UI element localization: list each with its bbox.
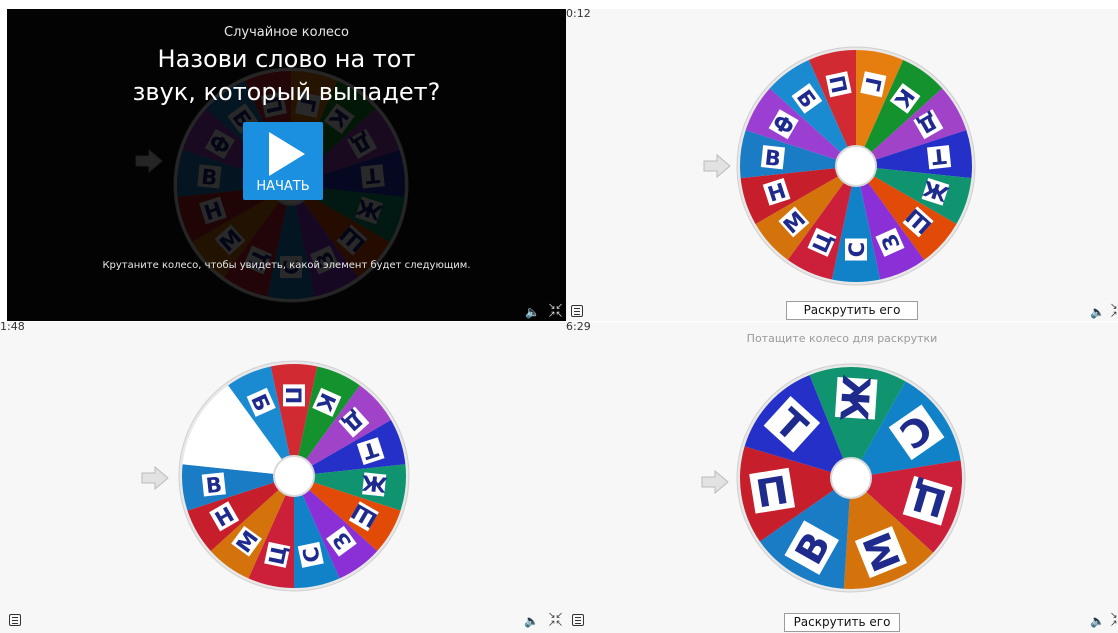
- menu-icon[interactable]: [571, 305, 583, 317]
- speaker-icon[interactable]: 🔈: [1090, 614, 1105, 628]
- fullscreen-exit-icon[interactable]: ↘↙↗↖: [1110, 612, 1118, 629]
- start-button-label: НАЧАТЬ: [256, 179, 310, 194]
- overlay-footer: Крутаните колесо, чтобы увидеть, какой э…: [102, 260, 471, 271]
- menu-icon[interactable]: [572, 614, 584, 626]
- wheel-letter-tile: С: [845, 238, 869, 261]
- speaker-icon[interactable]: 🔈: [525, 305, 540, 319]
- speaker-icon[interactable]: 🔈: [1090, 305, 1105, 319]
- svg-text:С: С: [845, 242, 869, 257]
- wheel-pointer-icon: [701, 469, 729, 495]
- wheel-panel-4: 6:29 Потащите колесо для раскрутки ЖСЦМВ…: [566, 322, 1118, 633]
- svg-text:В: В: [764, 145, 782, 171]
- overlay-title-line1: Назови слово на тот: [157, 45, 416, 73]
- wheel-pointer-icon: [703, 153, 731, 179]
- overlay-title: Назови слово на тот звук, который выпаде…: [7, 43, 566, 109]
- timer: 0:12: [566, 9, 591, 20]
- spinning-wheel[interactable]: П КДТЖШЗСЦМНВБ: [178, 360, 410, 592]
- fullscreen-exit-icon[interactable]: ↘↙↗↖: [548, 303, 563, 320]
- wheel-panel-intro: ПГКДТЖШЗСЦМНВФБ Случайное колесо Назови …: [7, 9, 566, 321]
- wheel-letter-tile: П: [749, 467, 796, 516]
- wheel-letter-tile: П: [281, 384, 305, 407]
- wheel-panel-3: 1:48 ПКДТЖШЗСЦМНВБ 🔈 ↘↙ ↗↖: [0, 322, 566, 633]
- drag-hint: Потащите колесо для раскрутки: [746, 332, 938, 345]
- fullscreen-exit-icon[interactable]: ↘↙↗↖: [548, 612, 563, 629]
- overlay-subtitle: Случайное колесо: [224, 25, 349, 40]
- fullscreen-exit-icon[interactable]: ↘↙↗↖: [1110, 303, 1118, 320]
- svg-text:Ж: Ж: [831, 374, 878, 423]
- intro-overlay: Случайное колесо Назови слово на тот зву…: [7, 9, 566, 321]
- play-icon: [269, 132, 305, 176]
- svg-text:В: В: [205, 473, 223, 499]
- overlay-title-line2: звук, который выпадет?: [132, 78, 441, 106]
- wheel-letter-tile: Ж: [360, 470, 388, 497]
- menu-icon[interactable]: [9, 614, 21, 626]
- speaker-icon[interactable]: 🔈: [524, 614, 539, 628]
- wheel-panel-2: 0:12 ПГКДТЖШЗСЦМНВФБ Раскрутить его 🔈 ↘↙…: [566, 9, 1118, 321]
- spinning-wheel[interactable]: ЖСЦМВПТ: [736, 363, 966, 593]
- wheel-letter-tile: В: [760, 145, 786, 171]
- svg-text:П: П: [281, 387, 305, 404]
- wheel-pointer-icon: [141, 465, 169, 491]
- wheel-letter-tile: Т: [926, 144, 952, 170]
- spin-button[interactable]: Раскрутить его: [786, 301, 918, 320]
- spin-button[interactable]: Раскрутить его: [784, 613, 900, 632]
- wheel-letter-tile: Ж: [831, 374, 878, 423]
- start-button[interactable]: НАЧАТЬ: [243, 122, 323, 200]
- timer: 1:48: [0, 322, 25, 333]
- svg-text:Ж: Ж: [360, 470, 388, 497]
- spinning-wheel[interactable]: ПГКДТЖШЗСЦМНВФБ: [736, 46, 976, 286]
- wheel-letter-tile: В: [201, 472, 226, 499]
